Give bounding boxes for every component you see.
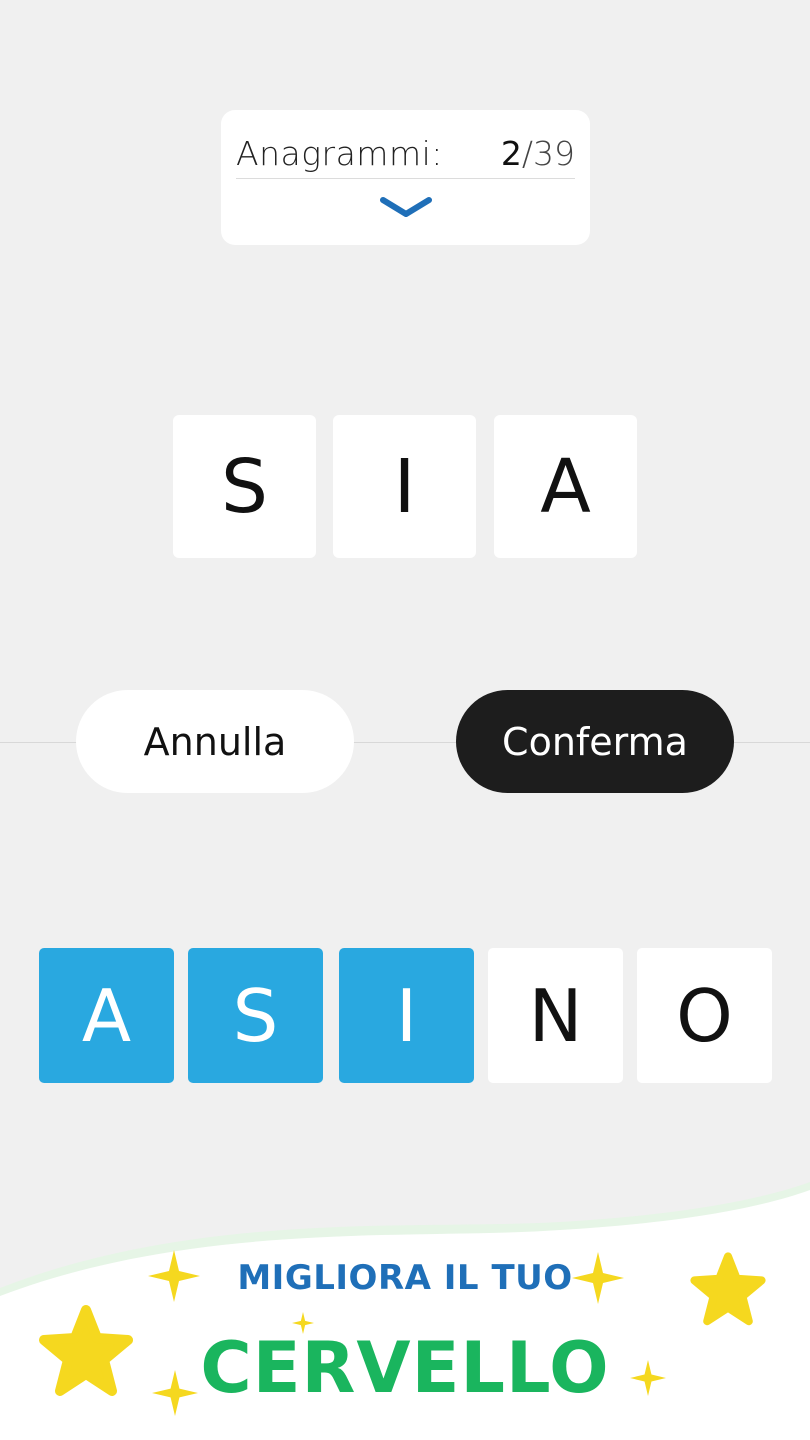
- banner-title: CERVELLO: [200, 1327, 610, 1409]
- confirm-button[interactable]: Conferma: [456, 690, 734, 793]
- anagram-counter-separator: /: [521, 133, 533, 173]
- letter-tile[interactable]: S: [188, 948, 323, 1083]
- anagram-counter-value: 2/39: [501, 134, 575, 173]
- letter-tile[interactable]: I: [339, 948, 474, 1083]
- answer-tile[interactable]: A: [494, 415, 637, 558]
- letter-tile[interactable]: N: [488, 948, 623, 1083]
- promo-banner[interactable]: MIGLIORA IL TUO CERVELLO: [0, 1170, 810, 1440]
- cancel-button[interactable]: Annulla: [76, 690, 354, 793]
- answer-tile[interactable]: S: [173, 415, 316, 558]
- anagram-counter-row: Anagrammi: 2/39: [236, 128, 575, 179]
- anagram-counter-total: 39: [533, 133, 575, 173]
- letter-tile[interactable]: A: [39, 948, 174, 1083]
- anagram-counter-current: 2: [500, 133, 522, 173]
- letter-tile[interactable]: O: [637, 948, 772, 1083]
- anagram-counter-card[interactable]: Anagrammi: 2/39: [221, 110, 590, 245]
- chevron-down-icon[interactable]: [379, 195, 432, 219]
- banner-headline: MIGLIORA IL TUO: [237, 1258, 573, 1298]
- anagram-counter-label: Anagrammi:: [236, 133, 443, 173]
- answer-tile[interactable]: I: [333, 415, 476, 558]
